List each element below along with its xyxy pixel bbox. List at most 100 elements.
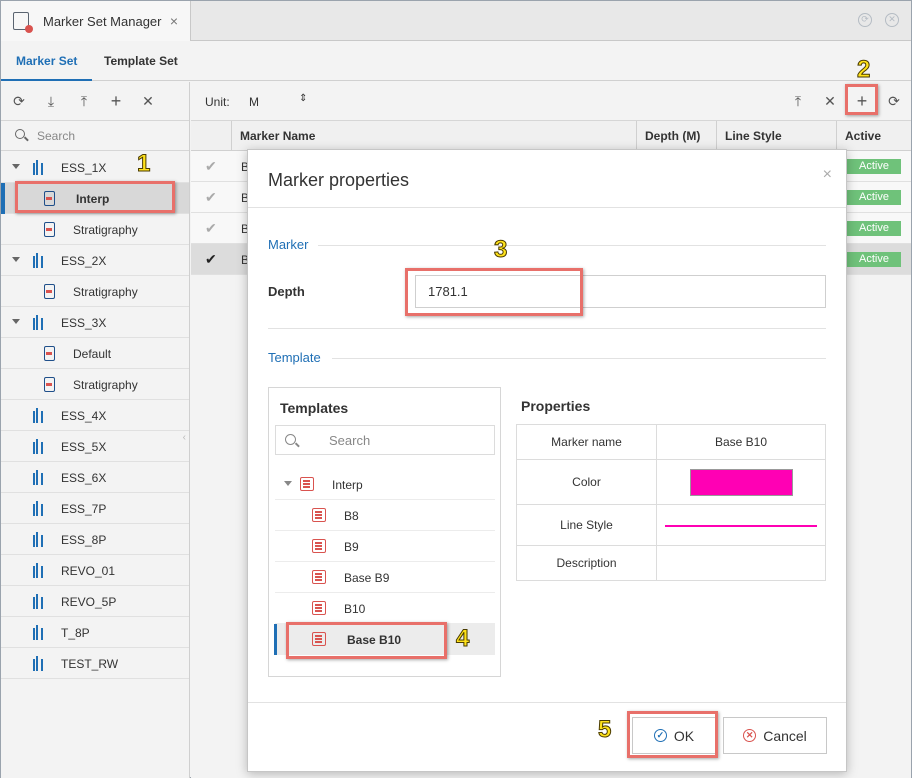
template-list-icon [300, 477, 314, 491]
templates-search-input[interactable]: Search [275, 425, 495, 455]
tree-item-label: ESS_6X [61, 471, 107, 485]
tree-item-well[interactable]: ESS_1X [1, 152, 189, 183]
tab-close-icon[interactable]: × [170, 13, 178, 29]
callout-number-5: 5 [597, 716, 612, 744]
tree-item-well[interactable]: ESS_5X [1, 431, 189, 462]
window-tab-bar: Marker Set Manager × ⟳ ✕ [1, 1, 911, 41]
template-item[interactable]: B9 [275, 531, 495, 562]
export-icon[interactable]: ⤒ [77, 94, 91, 108]
close-circle-icon[interactable]: ✕ [885, 13, 899, 27]
well-icon [32, 594, 42, 609]
well-icon [32, 563, 42, 578]
tree-item-marker-set[interactable]: Stratigraphy [1, 369, 189, 400]
col-depth[interactable]: Depth (M) [636, 121, 716, 151]
tree-item-marker-set[interactable]: Default [1, 338, 189, 369]
tree-item-label: T_8P [61, 626, 90, 640]
well-icon [32, 315, 42, 330]
active-badge[interactable]: Active [847, 221, 901, 236]
refresh-icon[interactable]: ⟳ [12, 94, 26, 108]
active-badge[interactable]: Active [847, 252, 901, 267]
properties-title: Properties [521, 398, 591, 414]
template-item[interactable]: B10 [275, 593, 495, 624]
check-icon[interactable]: ✔ [205, 251, 217, 268]
marker-set-icon [44, 377, 55, 392]
active-badge[interactable]: Active [847, 190, 901, 205]
chevron-down-icon[interactable] [284, 481, 292, 486]
depth-label: Depth [268, 284, 305, 299]
template-list-icon [312, 508, 326, 522]
tree-item-label: REVO_01 [61, 564, 116, 578]
tree-item-well[interactable]: ESS_2X [1, 245, 189, 276]
footer-divider [248, 702, 846, 703]
color-swatch[interactable] [689, 468, 793, 496]
dialog-divider [248, 207, 846, 208]
callout-box-ok [627, 711, 718, 758]
refresh-circle-icon[interactable]: ⟳ [858, 13, 872, 27]
template-label: B10 [344, 602, 366, 616]
add-icon[interactable]: + [109, 92, 123, 110]
tree-item-well[interactable]: REVO_5P [1, 586, 189, 617]
col-line-style[interactable]: Line Style [716, 121, 836, 151]
active-badge[interactable]: Active [847, 159, 901, 174]
marker-set-icon [44, 222, 55, 237]
check-icon[interactable]: ✔ [205, 220, 217, 237]
well-icon [32, 656, 42, 671]
chevron-down-icon[interactable] [12, 257, 20, 262]
import-icon[interactable]: ⤓ [44, 94, 58, 108]
tree-item-well[interactable]: ESS_3X [1, 307, 189, 338]
chevron-down-icon[interactable] [12, 164, 20, 169]
tab-template-set[interactable]: Template Set [104, 42, 178, 81]
dialog-close-icon[interactable]: × [823, 166, 832, 184]
tree-item-well[interactable]: ESS_8P [1, 524, 189, 555]
refresh-icon[interactable]: ⟳ [887, 94, 901, 108]
template-label: Base B9 [344, 571, 390, 585]
export-icon[interactable]: ⤒ [791, 94, 805, 108]
template-section-title: Template [268, 350, 321, 365]
cancel-button[interactable]: ✕ Cancel [723, 717, 827, 754]
callout-number-4: 4 [455, 625, 470, 653]
close-icon[interactable]: ✕ [823, 94, 837, 108]
well-icon [32, 470, 42, 485]
tree-item-well[interactable]: ESS_4X [1, 400, 189, 431]
window-tab[interactable]: Marker Set Manager × [1, 1, 191, 41]
template-item[interactable]: B8 [275, 500, 495, 531]
close-icon[interactable]: ✕ [141, 94, 155, 108]
tree-item-well[interactable]: TEST_RW [1, 648, 189, 679]
tree-item-label: Default [73, 347, 112, 361]
line-style-cell [656, 504, 826, 546]
col-active[interactable]: Active [836, 121, 911, 151]
check-icon[interactable]: ✔ [205, 158, 217, 175]
unit-select[interactable]: M ⇕ [247, 88, 311, 114]
tree-item-label: Stratigraphy [73, 223, 138, 237]
tree-item-well[interactable]: REVO_01 [1, 555, 189, 586]
line-style-sample[interactable] [665, 524, 817, 527]
template-item[interactable]: Base B9 [275, 562, 495, 593]
left-toolbar: ⟳ ⤓ ⤒ + ✕ [1, 82, 189, 121]
tree-item-well[interactable]: T_8P [1, 617, 189, 648]
chevron-down-icon[interactable] [12, 319, 20, 324]
marker-set-icon [44, 346, 55, 361]
section-divider [332, 358, 826, 359]
template-group[interactable]: Interp [275, 469, 495, 500]
cancel-label: Cancel [763, 727, 807, 744]
tree-item-marker-set[interactable]: Stratigraphy [1, 276, 189, 307]
tree-item-marker-set[interactable]: Stratigraphy [1, 214, 189, 245]
tree-item-label: ESS_7P [61, 502, 107, 516]
marker-section-title: Marker [268, 237, 309, 252]
tree-item-well[interactable]: ESS_6X [1, 462, 189, 493]
check-icon[interactable]: ✔ [205, 189, 217, 206]
well-icon [32, 501, 42, 516]
tree-item-label: Stratigraphy [73, 285, 138, 299]
collapse-handle-icon[interactable]: ‹ [183, 432, 186, 443]
tree-item-label: ESS_4X [61, 409, 107, 423]
well-icon [32, 160, 42, 175]
template-label: B8 [344, 509, 359, 523]
tab-marker-set[interactable]: Marker Set [1, 42, 93, 81]
tree-search[interactable]: Search [1, 121, 189, 151]
marker-name-value: Base B10 [656, 424, 826, 460]
templates-search-placeholder: Search [329, 433, 371, 448]
tree-item-well[interactable]: ESS_7P [1, 493, 189, 524]
col-marker-name[interactable]: Marker Name [231, 121, 636, 151]
marker-properties-dialog: Marker properties × Marker Depth Templat… [247, 149, 847, 772]
description-value[interactable] [656, 545, 826, 581]
